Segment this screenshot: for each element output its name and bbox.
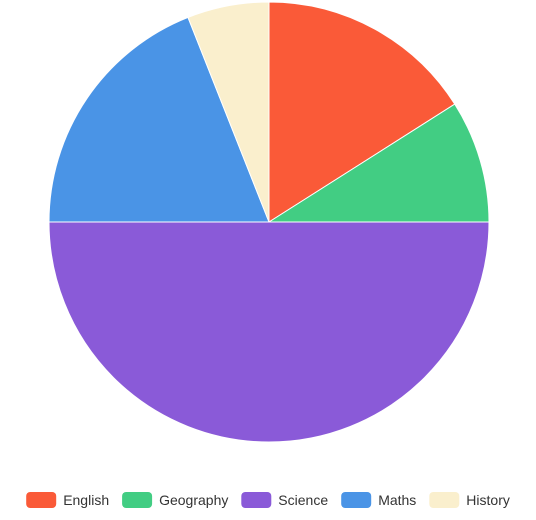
legend-item-english[interactable]: English [26, 492, 109, 508]
pie-chart: English Geography Science Maths History [0, 0, 536, 520]
pie-chart-svg: English Geography Science Maths History [26, 1, 510, 508]
legend-swatch-history [429, 492, 460, 508]
legend-label-science: Science [278, 492, 328, 508]
legend-swatch-science [241, 492, 272, 508]
legend: English Geography Science Maths History [26, 492, 510, 508]
legend-label-geography: Geography [159, 492, 228, 508]
legend-item-geography[interactable]: Geography [122, 492, 228, 508]
pie-slices [48, 1, 490, 443]
legend-swatch-english [26, 492, 57, 508]
legend-item-science[interactable]: Science [241, 492, 328, 508]
legend-swatch-geography [122, 492, 153, 508]
legend-label-english: English [63, 492, 109, 508]
legend-label-maths: Maths [378, 492, 416, 508]
legend-label-history: History [466, 492, 510, 508]
legend-item-history[interactable]: History [429, 492, 510, 508]
legend-item-maths[interactable]: Maths [341, 492, 416, 508]
pie-slice-science[interactable] [48, 221, 490, 443]
legend-swatch-maths [341, 492, 372, 508]
